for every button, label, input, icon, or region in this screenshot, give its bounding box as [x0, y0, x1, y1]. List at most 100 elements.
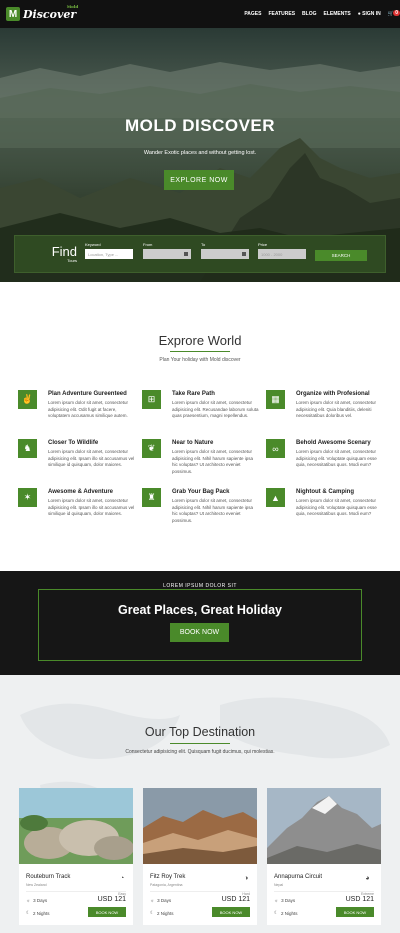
- price-label: Price: [258, 242, 268, 247]
- hero-subtitle: Wander Exotic places and without getting…: [143, 150, 257, 156]
- to-label: To: [201, 242, 206, 247]
- signin-link[interactable]: ● SIGN IN: [358, 11, 381, 17]
- book-now-button[interactable]: BOOK NOW: [170, 623, 229, 642]
- destination-card[interactable]: Routeburn Track New Zealand ◔ Easy ☼ 3 Day…: [19, 788, 133, 925]
- feature-text: Lorem ipsum dolor sit amet, consectetur …: [48, 400, 129, 418]
- feature-title: Awesome & Adventure: [48, 489, 114, 495]
- card-divider: [274, 891, 374, 892]
- keyword-input[interactable]: Location, Type ...: [85, 249, 133, 259]
- feature-item: ♜ Grab Your Bag Pack Lorem ipsum dolor s…: [142, 488, 257, 528]
- destinations-subtitle: Consectetur adipisicing elit. Quisquam f…: [125, 749, 275, 755]
- banner-eyebrow: LOREM IPSUM DOLOR SIT: [160, 583, 240, 589]
- feature-item: ▲ Nightout & Camping Lorem ipsum dolor s…: [266, 488, 381, 528]
- calendar-icon: [184, 252, 188, 256]
- nights-label: 2 Nights: [33, 910, 50, 916]
- gauge-icon: ◕: [365, 875, 370, 882]
- signpost-icon: ⊞: [142, 390, 161, 409]
- from-date-input[interactable]: [143, 249, 191, 259]
- feature-item: ❦ Near to Nature Lorem ipsum dolor sit a…: [142, 439, 257, 479]
- feature-text: Lorem ipsum dolor sit amet, consectetur …: [172, 400, 259, 418]
- menu-item-elements[interactable]: ELEMENTS: [323, 11, 350, 17]
- to-field: To: [201, 242, 249, 259]
- card-divider: [150, 891, 250, 892]
- feature-text: Lorem ipsum dolor sit amet, consectetur …: [296, 449, 377, 467]
- logo[interactable]: M Discover Mold: [6, 3, 79, 21]
- keyword-label: Keyword: [85, 242, 101, 247]
- moon-icon: ☾: [26, 910, 31, 915]
- menu-item-features[interactable]: FEATURES: [268, 11, 295, 17]
- map-icon: ▦: [266, 390, 285, 409]
- explore-subtitle: Plan Your holiday with Mold discover: [159, 357, 241, 363]
- destination-image: [143, 788, 257, 864]
- book-now-button[interactable]: BOOK NOW: [212, 907, 250, 917]
- cart-button[interactable]: 🛒 0: [388, 10, 400, 17]
- destination-name: Annapurna Circuit: [274, 874, 323, 880]
- gauge-icon: ◑: [244, 875, 249, 882]
- destination-card[interactable]: Fitz Roy Trek Patagonia, Argentina ◑ Hard…: [143, 788, 257, 925]
- banner-title: Great Places, Great Holiday: [118, 603, 282, 617]
- logo-sub: Mold: [66, 3, 79, 9]
- destinations-divider: [170, 743, 230, 744]
- feature-item: ✶ Awesome & Adventure Lorem ipsum dolor …: [18, 488, 135, 528]
- tent-icon: ▲: [266, 488, 285, 507]
- search-button[interactable]: SEARCH: [315, 250, 367, 261]
- days-row: ☼ 3 Days: [26, 898, 47, 903]
- explore-now-button[interactable]: EXPLORE NOW: [164, 170, 234, 190]
- destination-location: New Zealand: [26, 883, 47, 887]
- peace-icon: ✌: [18, 390, 37, 409]
- main-menu: PAGES FEATURES BLOG ELEMENTS ● SIGN IN 🛒…: [244, 10, 400, 17]
- feature-text: Lorem ipsum dolor sit amet, consectetur …: [296, 400, 377, 418]
- feature-title: Plan Adventure Gureenteed: [48, 391, 127, 397]
- promo-banner: LOREM IPSUM DOLOR SIT Great Places, Grea…: [0, 571, 400, 675]
- hero-section: MOLD DISCOVER Wander Exotic places and w…: [0, 28, 400, 282]
- feature-item: ▦ Organize with Profesional Lorem ipsum …: [266, 390, 381, 430]
- price-value: 1000 - 2000: [261, 251, 283, 257]
- find-sublabel: Tours: [67, 258, 77, 263]
- nights-row: ☾ 2 Nights: [274, 910, 298, 916]
- days-label: 3 Days: [157, 898, 172, 903]
- sun-icon: ☼: [274, 898, 279, 903]
- book-now-button[interactable]: BOOK NOW: [88, 907, 126, 917]
- destination-name: Routeburn Track: [26, 874, 71, 880]
- feature-item: ∞ Behold Awesome Scenary Lorem ipsum dol…: [266, 439, 381, 479]
- destination-card[interactable]: Annapurna Circuit Nepal ◕ Extreme ☼ 3 Days…: [267, 788, 381, 925]
- moon-icon: ☾: [274, 910, 279, 915]
- nights-label: 2 Nights: [157, 910, 174, 916]
- destination-image: [267, 788, 381, 864]
- feature-title: Nightout & Camping: [296, 489, 354, 495]
- cart-badge: 0: [393, 10, 400, 16]
- feature-item: ✌ Plan Adventure Gureenteed Lorem ipsum …: [18, 390, 133, 430]
- to-date-input[interactable]: [201, 249, 249, 259]
- feature-text: Lorem ipsum dolor sit amet, consectetur …: [172, 449, 254, 474]
- from-label: From: [143, 242, 153, 247]
- feature-title: Near to Nature: [172, 440, 214, 446]
- price: USD 121: [221, 896, 250, 903]
- destination-image: [19, 788, 133, 864]
- days-label: 3 Days: [281, 898, 296, 903]
- destination-name: Fitz Roy Trek: [150, 874, 186, 880]
- explore-title: Exprore World: [158, 333, 242, 348]
- price-field: Price 1000 - 2000: [258, 242, 306, 259]
- backpack-icon: ♜: [142, 488, 161, 507]
- nights-label: 2 Nights: [281, 910, 298, 916]
- explore-divider: [170, 351, 230, 352]
- sun-icon: ☼: [26, 898, 31, 903]
- menu-item-pages[interactable]: PAGES: [244, 11, 261, 17]
- keyword-field: Keyword Location, Type ...: [85, 242, 133, 259]
- moon-icon: ☾: [150, 910, 155, 915]
- days-row: ☼ 3 Days: [274, 898, 295, 903]
- feature-text: Lorem ipsum dolor sit amet, consectetur …: [48, 498, 135, 516]
- book-now-button[interactable]: BOOK NOW: [336, 907, 374, 917]
- gauge-icon: ◔: [119, 875, 125, 882]
- signin-label: SIGN IN: [362, 11, 381, 17]
- feature-title: Organize with Profesional: [296, 391, 370, 397]
- menu-item-blog[interactable]: BLOG: [302, 11, 316, 17]
- price-select[interactable]: 1000 - 2000: [258, 249, 306, 259]
- feature-text: Lorem ipsum dolor sit amet, consectetur …: [172, 498, 254, 523]
- feature-text: Lorem ipsum dolor sit amet, consectetur …: [48, 449, 135, 467]
- from-field: From: [143, 242, 191, 259]
- days-label: 3 Days: [33, 898, 48, 903]
- leaf-icon: ❦: [142, 439, 161, 458]
- destinations-title: Our Top Destination: [144, 725, 256, 739]
- card-divider: [26, 891, 126, 892]
